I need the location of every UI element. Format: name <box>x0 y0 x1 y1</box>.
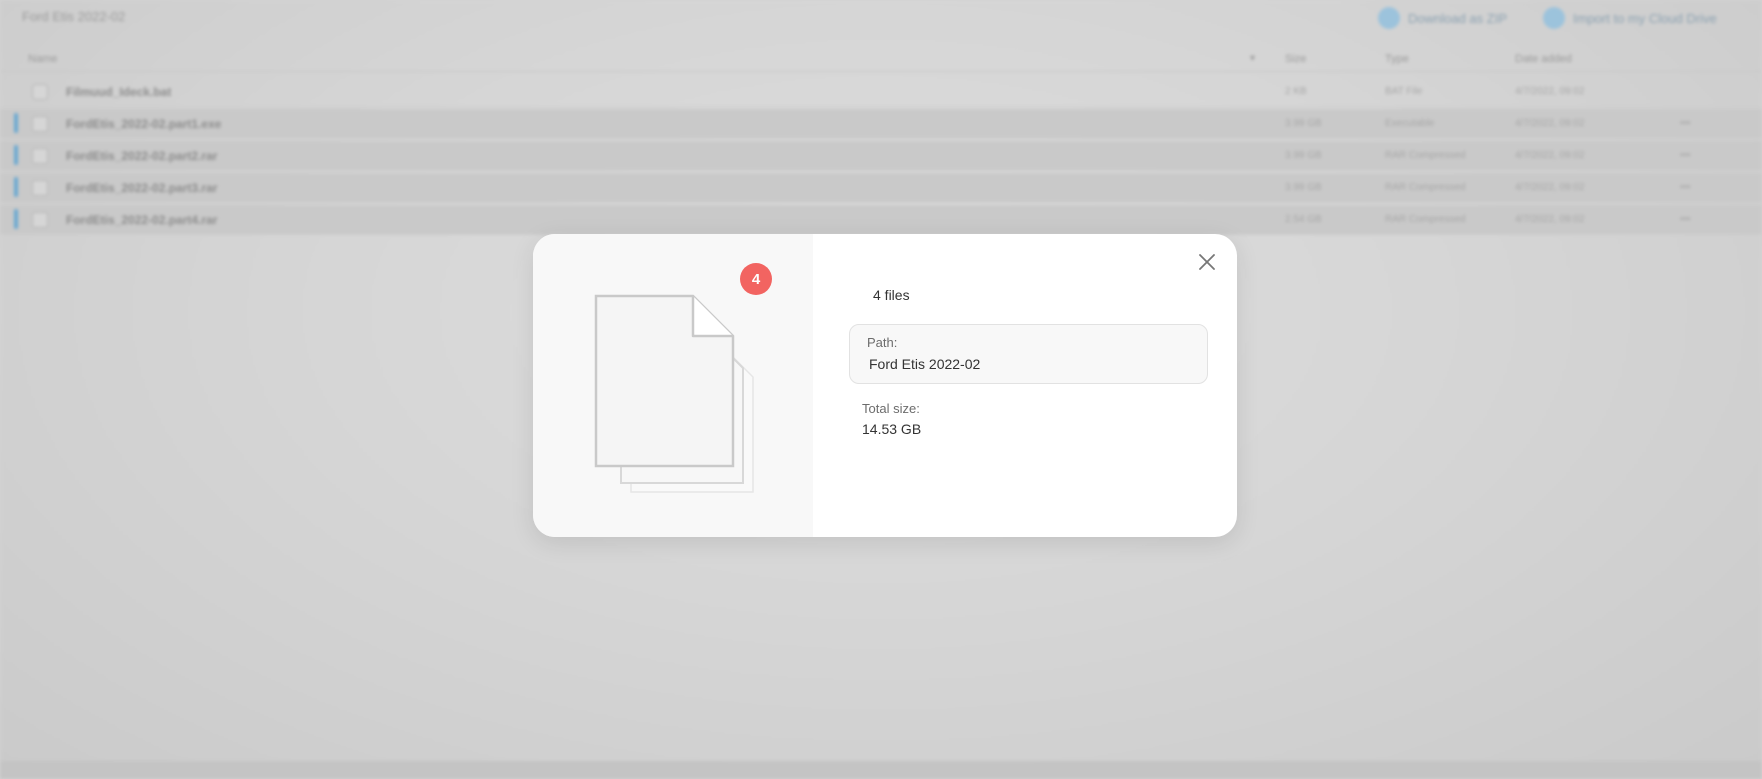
file-type: RAR Compressed <box>1385 182 1466 193</box>
file-row[interactable]: FordEtis_2022-02.part4.rar 2.54 GB RAR C… <box>0 205 1762 235</box>
file-name: Filmuud_Ideck.bat <box>66 85 172 99</box>
total-size-label: Total size: <box>862 401 920 416</box>
more-options-icon[interactable]: ••• <box>1680 182 1691 193</box>
sort-chevron-icon[interactable]: ▾ <box>1250 53 1255 64</box>
more-options-icon[interactable]: ••• <box>1680 150 1691 161</box>
download-icon <box>1378 7 1400 29</box>
file-date: 4/7/2022, 09:02 <box>1515 214 1585 225</box>
file-icon <box>32 116 48 132</box>
file-size: 2 KB <box>1285 86 1307 97</box>
file-name: FordEtis_2022-02.part2.rar <box>66 149 218 163</box>
close-icon <box>1199 254 1215 270</box>
more-options-icon[interactable]: ••• <box>1680 214 1691 225</box>
file-type: BAT File <box>1385 86 1423 97</box>
file-date: 4/7/2022, 09:02 <box>1515 86 1585 97</box>
total-size-value: 14.53 GB <box>862 421 922 437</box>
path-value: Ford Etis 2022-02 <box>869 356 981 372</box>
file-icon <box>32 180 48 196</box>
selection-indicator <box>14 113 18 133</box>
multiple-files-icon <box>594 294 754 493</box>
file-list-header: Name ▾ Size Type Date added <box>0 48 1762 72</box>
file-icon <box>32 212 48 228</box>
file-row[interactable]: FordEtis_2022-02.part3.rar 3.99 GB RAR C… <box>0 173 1762 203</box>
selection-indicator <box>14 177 18 197</box>
file-count-badge: 4 <box>740 263 772 295</box>
column-date-added[interactable]: Date added <box>1515 53 1572 65</box>
file-date: 4/7/2022, 09:02 <box>1515 182 1585 193</box>
file-type: RAR Compressed <box>1385 214 1466 225</box>
file-date: 4/7/2022, 09:02 <box>1515 150 1585 161</box>
column-name[interactable]: Name <box>28 53 57 65</box>
cloud-import-icon <box>1543 7 1565 29</box>
files-count: 4 files <box>873 287 910 303</box>
file-row[interactable]: FordEtis_2022-02.part2.rar 3.99 GB RAR C… <box>0 141 1762 171</box>
more-options-icon[interactable]: ••• <box>1680 118 1691 129</box>
file-row[interactable]: Filmuud_Ideck.bat 2 KB BAT File 4/7/2022… <box>0 77 1762 107</box>
file-type: RAR Compressed <box>1385 150 1466 161</box>
path-field: Path: Ford Etis 2022-02 <box>849 324 1208 384</box>
file-icon <box>32 148 48 164</box>
download-zip-button[interactable]: Download as ZIP <box>1378 7 1507 29</box>
column-type[interactable]: Type <box>1385 53 1409 65</box>
folder-title: Ford Etis 2022-02 <box>22 9 126 24</box>
column-size[interactable]: Size <box>1285 53 1306 65</box>
download-zip-label: Download as ZIP <box>1408 10 1507 26</box>
top-bar: Ford Etis 2022-02 Download as ZIP Import… <box>0 0 1762 36</box>
selection-indicator <box>14 209 18 229</box>
dialog-preview-panel: 4 <box>533 234 813 537</box>
file-info-dialog: 4 4 files Path: Ford Etis 2022-02 Total … <box>533 234 1237 537</box>
file-name: FordEtis_2022-02.part3.rar <box>66 181 218 195</box>
file-size: 3.99 GB <box>1285 118 1322 129</box>
file-icon <box>32 84 48 100</box>
file-name: FordEtis_2022-02.part1.exe <box>66 117 222 131</box>
selection-indicator <box>14 145 18 165</box>
close-button[interactable] <box>1195 250 1219 274</box>
import-cloud-drive-label: Import to my Cloud Drive <box>1573 10 1717 26</box>
bottom-bar <box>0 761 1762 779</box>
file-size: 3.99 GB <box>1285 182 1322 193</box>
file-size: 2.54 GB <box>1285 214 1322 225</box>
file-name: FordEtis_2022-02.part4.rar <box>66 213 218 227</box>
file-size: 3.99 GB <box>1285 150 1322 161</box>
path-label: Path: <box>867 335 898 350</box>
file-date: 4/7/2022, 09:02 <box>1515 118 1585 129</box>
file-type: Executable <box>1385 118 1435 129</box>
import-cloud-drive-button[interactable]: Import to my Cloud Drive <box>1543 7 1717 29</box>
file-row[interactable]: FordEtis_2022-02.part1.exe 3.99 GB Execu… <box>0 109 1762 139</box>
